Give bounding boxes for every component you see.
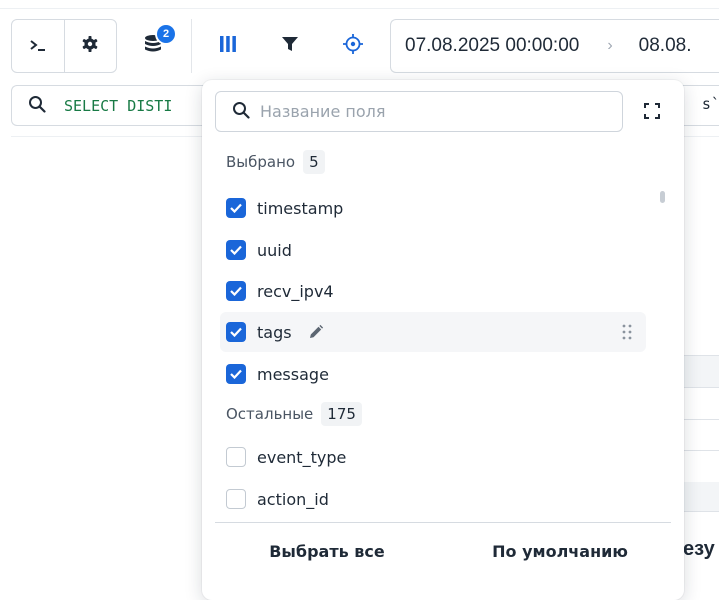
field-item-message[interactable]: message <box>220 354 646 394</box>
checkbox-checked[interactable] <box>226 198 246 218</box>
table-cell <box>684 482 719 511</box>
columns-icon <box>219 35 237 57</box>
sources-badge: 2 <box>157 25 175 43</box>
filter-button[interactable] <box>268 19 312 73</box>
field-search-input[interactable] <box>258 101 578 122</box>
checkbox-checked[interactable] <box>226 322 246 342</box>
gear-icon <box>81 35 99 57</box>
crosshair-icon <box>343 34 363 58</box>
selected-section-header: Выбрано 5 <box>226 148 325 176</box>
columns-button[interactable] <box>206 19 250 73</box>
field-item-recv-ipv4[interactable]: recv_ipv4 <box>220 271 646 311</box>
results-title-fragment: езу <box>683 538 715 560</box>
field-label: timestamp <box>257 198 344 218</box>
fullscreen-button[interactable] <box>639 100 665 126</box>
date-to: 08.08. <box>638 35 692 56</box>
search-icon <box>28 95 46 117</box>
select-all-button[interactable]: Выбрать все <box>254 536 400 566</box>
field-label: event_type <box>257 447 347 467</box>
terminal-icon <box>29 37 47 56</box>
field-item-action-id[interactable]: action_id <box>220 479 646 519</box>
query-text-tail: s`, <box>701 95 719 113</box>
field-label: action_id <box>257 489 329 509</box>
search-icon <box>232 101 250 123</box>
selected-label: Выбрано <box>226 153 296 171</box>
field-item-tags[interactable]: tags <box>220 312 646 352</box>
table-gridline <box>684 511 719 512</box>
checkbox-checked[interactable] <box>226 281 246 301</box>
drag-handle-icon[interactable] <box>622 324 632 340</box>
pencil-icon[interactable] <box>308 324 324 340</box>
top-divider <box>0 8 719 9</box>
date-separator: › <box>607 37 613 54</box>
checkbox-unchecked[interactable] <box>226 447 246 467</box>
table-gridline <box>684 387 719 388</box>
scrollbar[interactable] <box>660 191 665 203</box>
toolbar-divider <box>191 19 192 73</box>
table-gridline <box>684 450 719 451</box>
terminal-button[interactable] <box>12 20 64 72</box>
other-count: 175 <box>321 402 362 426</box>
checkbox-checked[interactable] <box>226 364 246 384</box>
checkbox-unchecked[interactable] <box>226 489 246 509</box>
mode-button-group <box>11 19 117 73</box>
selected-count: 5 <box>303 150 325 174</box>
field-search-box[interactable] <box>215 91 623 132</box>
table-gridline <box>684 419 719 420</box>
table-cell <box>684 356 719 387</box>
field-picker-panel: Выбрано 5 timestamp uuid recv_ipv4 tags … <box>202 80 684 600</box>
settings-button[interactable] <box>63 20 116 72</box>
locate-button[interactable] <box>331 19 375 73</box>
other-section-header: Остальные 175 <box>226 400 362 428</box>
field-item-uuid[interactable]: uuid <box>220 230 646 270</box>
checkbox-checked[interactable] <box>226 240 246 260</box>
field-label: tags <box>257 322 292 342</box>
field-label: message <box>257 364 329 384</box>
field-item-event-type[interactable]: event_type <box>220 437 646 477</box>
field-label: uuid <box>257 240 292 260</box>
date-from: 07.08.2025 00:00:00 <box>405 35 580 56</box>
footer-divider <box>215 522 671 523</box>
other-label: Остальные <box>226 405 314 423</box>
default-button[interactable]: По умолчанию <box>484 536 636 566</box>
filter-icon <box>281 35 299 57</box>
expand-icon <box>643 102 661 124</box>
sources-button[interactable]: 2 <box>131 19 175 73</box>
date-range-picker[interactable]: 07.08.2025 00:00:00 › 08.08. <box>390 19 719 73</box>
query-text: SELECT DISTI <box>64 96 173 115</box>
field-label: recv_ipv4 <box>257 281 334 301</box>
field-item-timestamp[interactable]: timestamp <box>220 188 646 228</box>
